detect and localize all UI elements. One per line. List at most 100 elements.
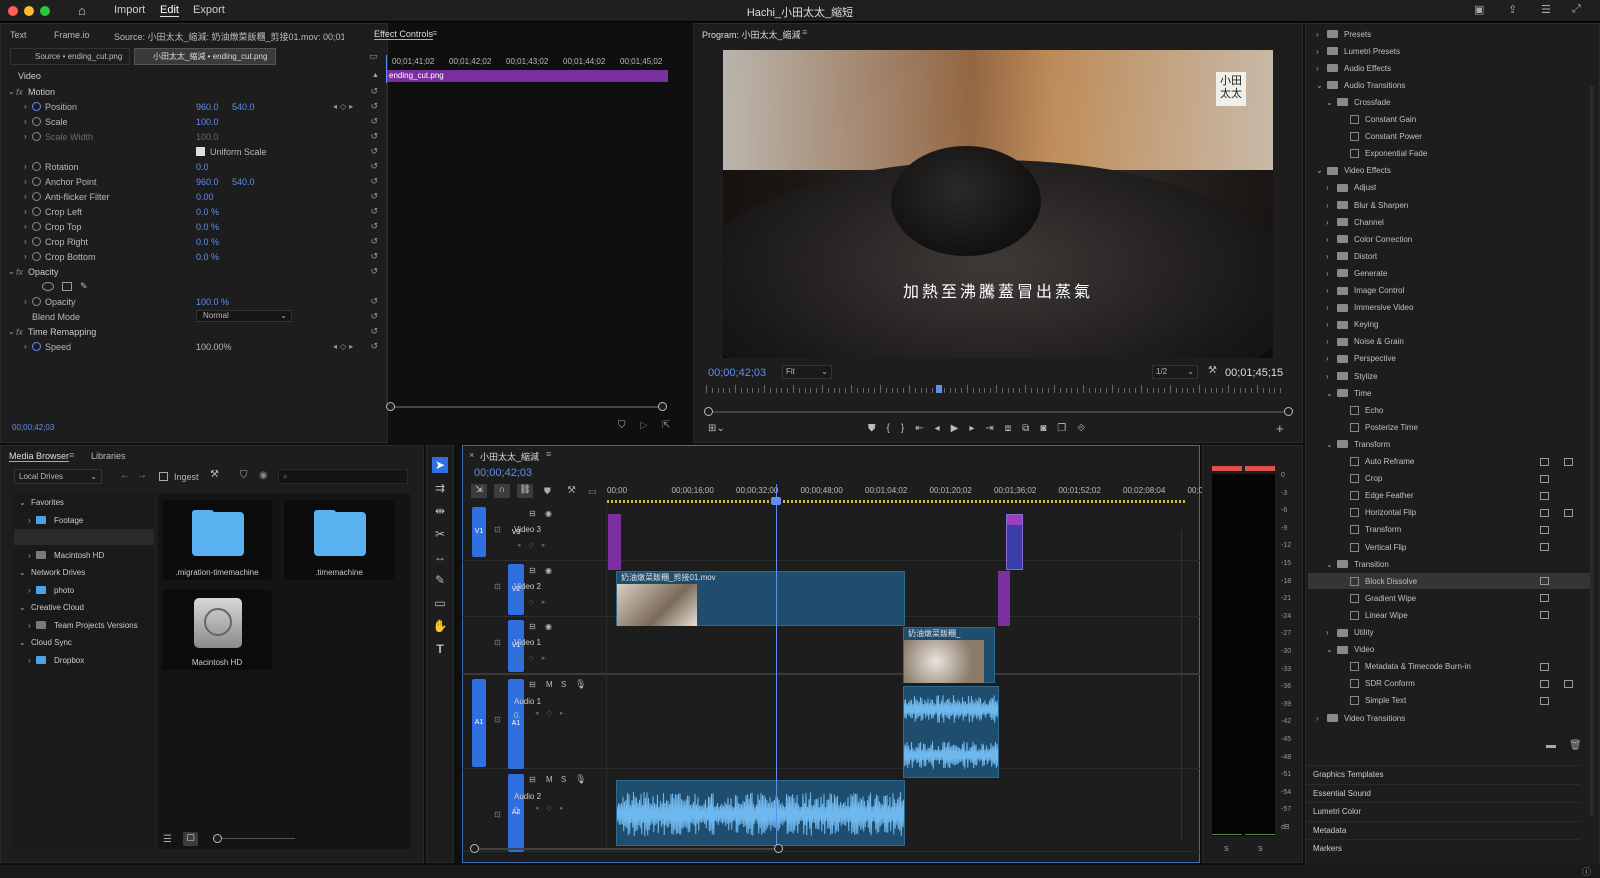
ec-value-1[interactable]: 100.0 <box>196 132 219 142</box>
ec-timecode[interactable]: 00;00;42;03 <box>12 423 54 432</box>
program-playhead[interactable] <box>936 385 942 393</box>
clip-v1[interactable]: 奶油燉菜飯糰_ <box>903 627 995 683</box>
fx-icon[interactable]: fx <box>16 327 23 337</box>
reset-icon[interactable]: ↺ <box>370 326 378 337</box>
effects-tree-item[interactable]: › Noise & Grain <box>1308 334 1593 350</box>
collapse-arrow-icon[interactable]: ▲ <box>372 72 379 79</box>
program-zoom-left[interactable] <box>704 407 713 416</box>
fx-icon[interactable]: fx <box>16 87 23 97</box>
slip-tool-icon[interactable]: ↔ <box>432 549 448 565</box>
program-title[interactable]: Program: 小田太太_縮減 <box>702 28 801 41</box>
effects-tree-item[interactable]: Simple Text <box>1308 693 1593 709</box>
stopwatch-icon[interactable] <box>32 237 41 246</box>
lock-icon[interactable]: ⊡ <box>494 715 501 724</box>
chevron-right-icon[interactable]: › <box>1326 201 1334 210</box>
ec-value-2[interactable]: 540.0 <box>232 177 255 187</box>
media-tree-item[interactable]: › Footage <box>14 513 154 528</box>
ec-row[interactable]: › Position 960.0 540.0 ◂◇▸ ↺ <box>0 99 386 114</box>
keyframe-nav-icon[interactable]: ◂◇▸ <box>517 654 553 662</box>
program-time-ruler[interactable] <box>706 385 1286 395</box>
zoom-window-button[interactable] <box>40 6 50 16</box>
ec-row[interactable]: › Speed 100.00% ◂◇▸ ↺ <box>0 339 386 354</box>
effects-tree-item[interactable]: ⌄ Transform <box>1308 436 1593 452</box>
export-frame-icon[interactable]: ◙ <box>1040 423 1057 434</box>
chevron-icon[interactable]: › <box>24 102 32 111</box>
clip-v3-start[interactable] <box>608 514 621 570</box>
pen-mask-icon[interactable]: ✎ <box>80 281 88 292</box>
effects-tree-item[interactable]: Auto Reframe <box>1308 454 1593 470</box>
chevron-down-icon[interactable]: ⌄ <box>1316 166 1324 175</box>
icon-view-icon[interactable]: ▢ <box>183 832 198 846</box>
program-video-frame[interactable]: 小田 太太 加熱至沸騰蓋冒出蒸氣 <box>723 50 1273 358</box>
chevron-right-icon[interactable]: › <box>1326 320 1334 329</box>
effects-tree-item[interactable]: › Stylize <box>1308 368 1593 384</box>
stopwatch-icon[interactable] <box>32 342 41 351</box>
microphone-icon[interactable]: 🎙 <box>575 774 586 785</box>
chevron-icon[interactable]: › <box>24 237 32 246</box>
lock-icon[interactable]: ⊡ <box>494 810 501 819</box>
source-patch[interactable]: V1 <box>472 507 486 557</box>
filter-icon[interactable]: ⛉ <box>618 420 626 431</box>
fullscreen-icon[interactable]: ⤢ <box>1572 3 1581 16</box>
blend-mode-dropdown[interactable]: Normal ⌄ <box>196 310 292 322</box>
effects-tree-item[interactable]: › Immersive Video <box>1308 300 1593 316</box>
effects-tree-item[interactable]: › Perspective <box>1308 351 1593 367</box>
stopwatch-icon[interactable] <box>32 252 41 261</box>
chevron-icon[interactable]: › <box>24 207 32 216</box>
sync-lock-icon[interactable]: ⊟ <box>529 775 536 784</box>
track-name[interactable]: Video 3 <box>514 525 541 534</box>
menu-import[interactable]: Import <box>114 4 145 16</box>
chevron-icon[interactable]: › <box>24 342 32 351</box>
chevron-down-icon[interactable]: ⌄ <box>1326 440 1334 449</box>
effects-tree-item[interactable]: SDR Conform <box>1308 676 1593 692</box>
keyframe-nav-icon[interactable]: ◂◇▸ <box>535 709 571 717</box>
stopwatch-icon[interactable] <box>32 102 41 111</box>
chevron-down-icon[interactable]: ⌄ <box>1326 98 1334 107</box>
effects-tree-item[interactable]: Constant Gain <box>1308 112 1593 128</box>
resolution-dropdown[interactable]: 1/2 ⌄ <box>1152 365 1198 379</box>
ec-value-1[interactable]: 100.00% <box>196 342 232 352</box>
captions-icon[interactable]: ▭ <box>588 486 597 497</box>
stopwatch-icon[interactable] <box>32 177 41 186</box>
comparison-view-icon[interactable]: ❐ <box>1057 423 1077 434</box>
program-zoom-bar[interactable] <box>708 411 1288 413</box>
effects-scrollbar[interactable] <box>1590 86 1594 816</box>
chevron-icon[interactable]: › <box>24 252 32 261</box>
effects-tree-item[interactable]: › Keying <box>1308 317 1593 333</box>
reset-icon[interactable]: ↺ <box>370 251 378 262</box>
tab-media-browser[interactable]: Media Browser <box>9 451 70 462</box>
ec-value-1[interactable]: 0.0 % <box>196 252 219 262</box>
add-marker-icon[interactable]: ⛊ <box>868 423 887 434</box>
ellipse-mask-icon[interactable] <box>42 282 54 291</box>
stopwatch-icon[interactable] <box>32 162 41 171</box>
ec-zoom-handle-right[interactable] <box>658 402 667 411</box>
rectangle-tool-icon[interactable]: ▭ <box>432 595 448 611</box>
reset-icon[interactable]: ↺ <box>370 101 378 112</box>
effects-tree-item[interactable]: ⌄ Video Effects <box>1308 163 1593 179</box>
effects-tree-item[interactable]: › Distort <box>1308 248 1593 264</box>
snap-icon[interactable]: ∩ <box>494 484 510 498</box>
effects-tree-item[interactable]: Exponential Fade <box>1308 146 1593 162</box>
chevron-right-icon[interactable]: › <box>1326 252 1334 261</box>
ec-keyframe-area[interactable] <box>386 84 668 404</box>
effects-tree-item[interactable]: Metadata & Timecode Burn-in <box>1308 659 1593 675</box>
chevron-icon[interactable]: › <box>24 192 32 201</box>
work-area-bar[interactable] <box>607 500 1187 503</box>
nest-icon[interactable]: ⇲ <box>471 484 487 498</box>
chevron-right-icon[interactable]: › <box>1326 372 1334 381</box>
solo-left[interactable]: S <box>1224 846 1229 853</box>
ec-zoom-scroll[interactable] <box>389 406 665 408</box>
chevron-down-icon[interactable]: ⌄ <box>1326 645 1334 654</box>
effects-tree-item[interactable]: Constant Power <box>1308 129 1593 145</box>
clip-a1[interactable] <box>903 686 999 778</box>
back-arrow-icon[interactable]: ← <box>120 470 130 481</box>
ec-row[interactable]: ✎ <box>0 279 386 294</box>
workspace-menu-icon[interactable]: ☰ <box>1541 3 1551 16</box>
reset-icon[interactable]: ↺ <box>370 221 378 232</box>
forward-arrow-icon[interactable]: → <box>137 470 147 481</box>
bottom-panel-tab[interactable]: Essential Sound <box>1305 783 1580 802</box>
ingest-checkbox[interactable] <box>159 472 168 481</box>
effects-tree-item[interactable]: Gradient Wipe <box>1308 590 1593 606</box>
effects-tree-item[interactable]: ⌄ Crossfade <box>1308 94 1593 110</box>
media-tree-item[interactable]: › Team Projects Versions <box>14 618 154 633</box>
